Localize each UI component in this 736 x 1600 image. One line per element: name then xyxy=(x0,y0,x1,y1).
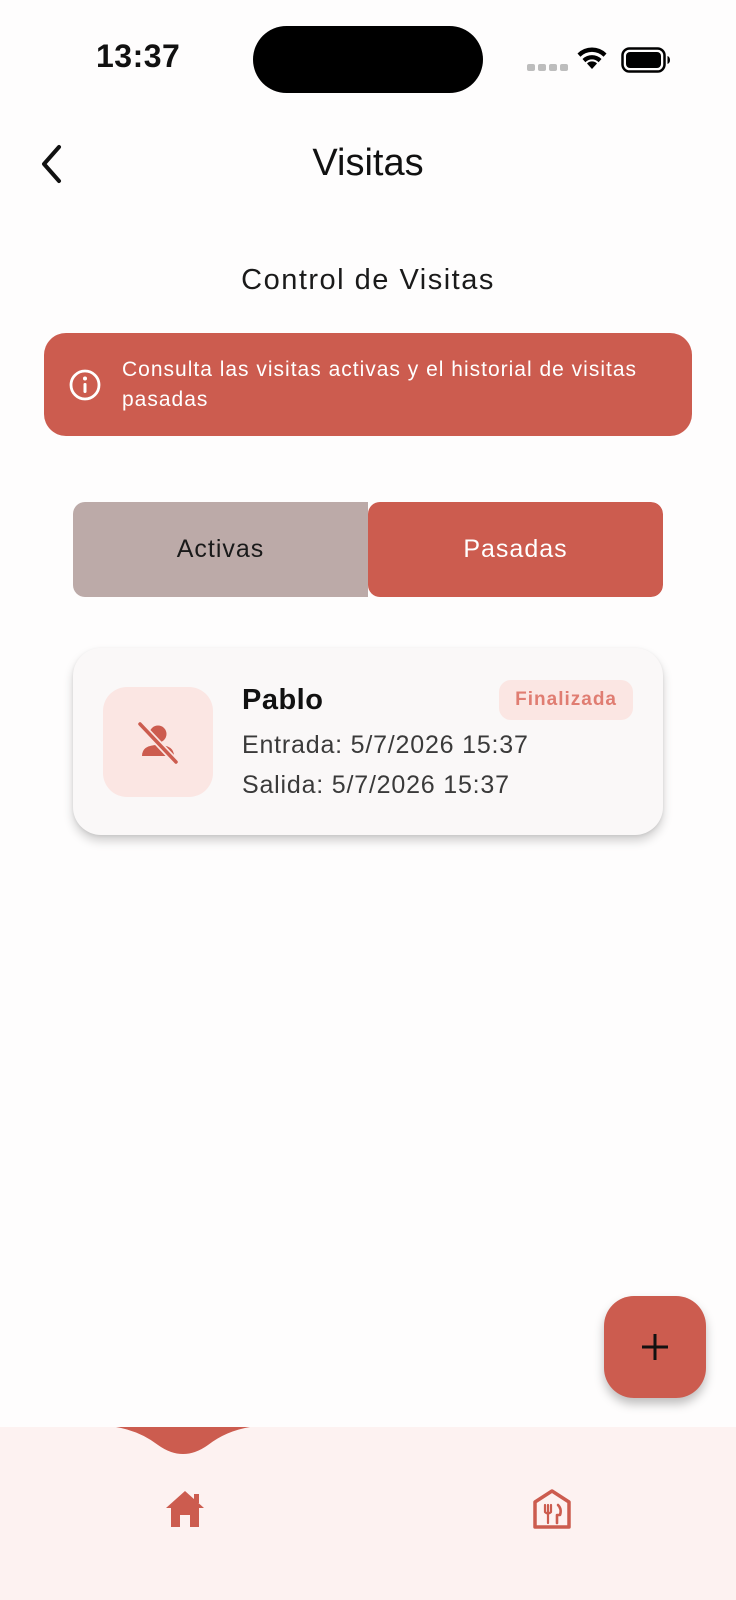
visits-tabs: Activas Pasadas xyxy=(73,502,663,597)
cellular-signal-icon xyxy=(527,64,568,71)
status-time: 13:37 xyxy=(96,38,181,74)
nav-home[interactable] xyxy=(155,1481,215,1537)
visitor-name: Pablo xyxy=(242,684,324,716)
visit-exit-time: Salida: 5/7/2026 15:37 xyxy=(242,771,510,799)
tab-pasadas[interactable]: Pasadas xyxy=(368,502,663,597)
battery-icon xyxy=(621,47,670,73)
visitor-avatar xyxy=(103,687,213,797)
person-off-icon xyxy=(136,720,180,766)
home-icon xyxy=(166,1491,204,1527)
status-badge: Finalizada xyxy=(499,680,633,720)
tab-activas[interactable]: Activas xyxy=(73,502,368,597)
wifi-icon xyxy=(577,47,607,69)
visitas-screen: 13:37 Visitas Control de Visitas Consult… xyxy=(0,0,736,1600)
info-icon xyxy=(69,369,101,400)
info-banner: Consulta las visitas activas y el histor… xyxy=(44,333,692,436)
visit-card[interactable]: Pablo Finalizada Entrada: 5/7/2026 15:37… xyxy=(73,648,663,835)
nav-restaurant[interactable] xyxy=(522,1481,582,1537)
plus-icon xyxy=(642,1334,668,1360)
add-visit-button[interactable] xyxy=(604,1296,706,1398)
dynamic-island xyxy=(253,26,483,93)
section-title: Control de Visitas xyxy=(241,264,495,296)
nav-selected-indicator xyxy=(116,1427,250,1454)
visit-entry-time: Entrada: 5/7/2026 15:37 xyxy=(242,731,529,759)
bottom-navigation xyxy=(0,1427,736,1600)
page-title: Visitas xyxy=(312,142,424,184)
restaurant-icon xyxy=(533,1489,571,1529)
info-banner-text: Consulta las visitas activas y el histor… xyxy=(122,357,638,411)
